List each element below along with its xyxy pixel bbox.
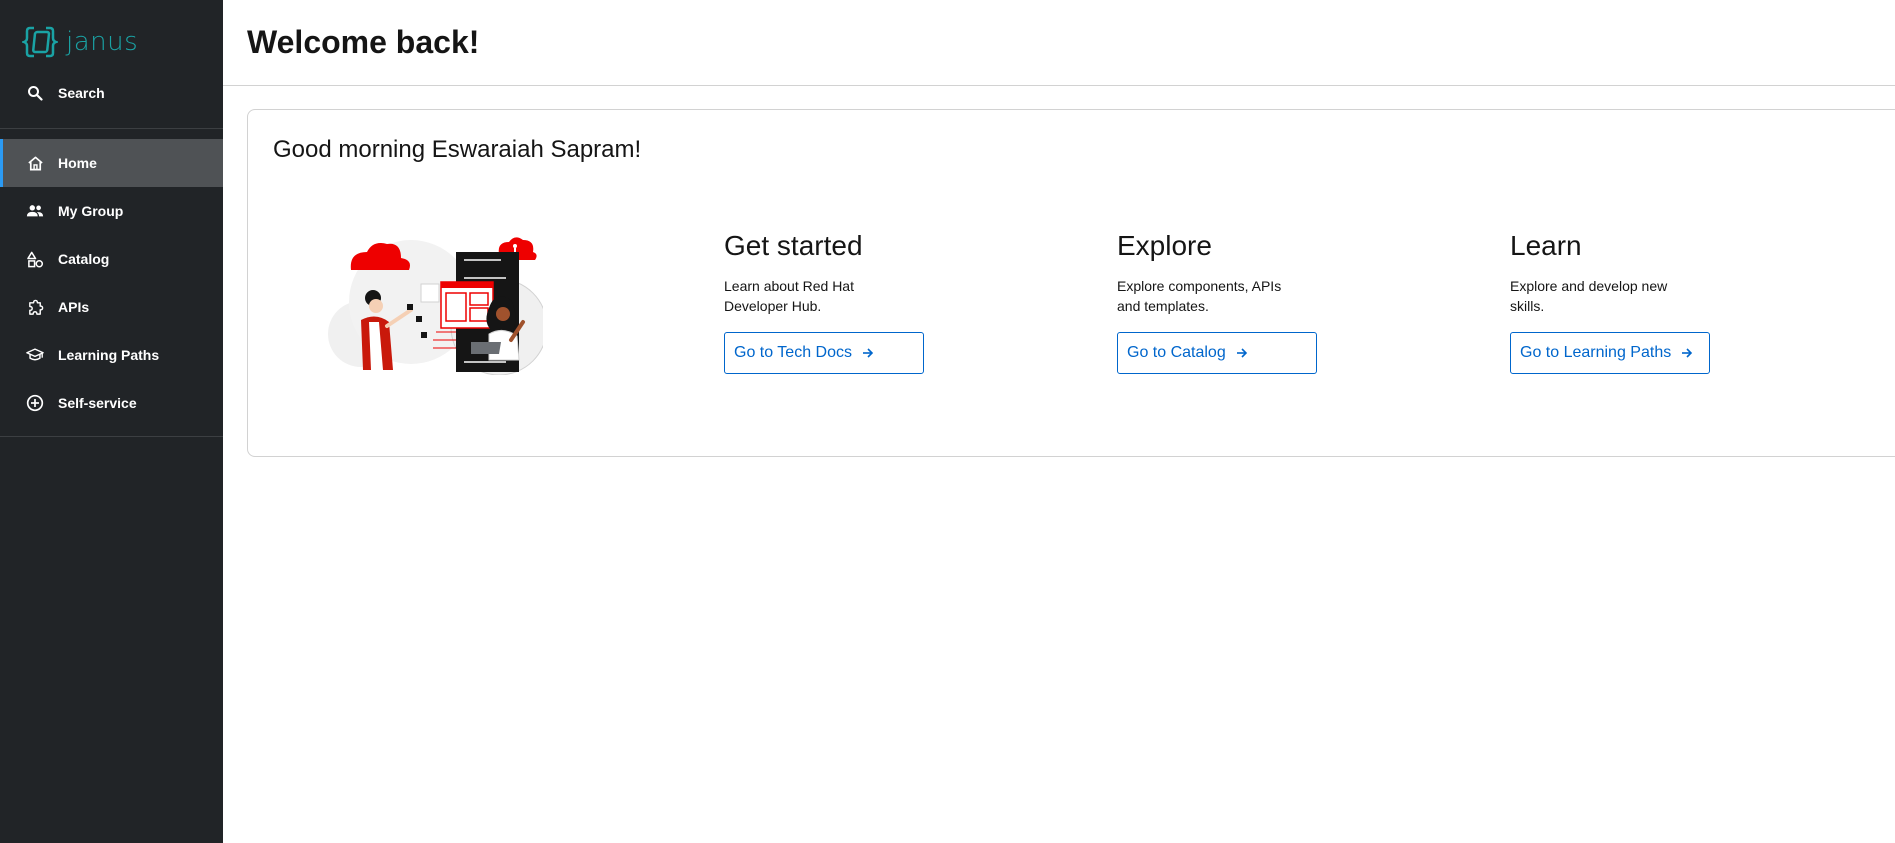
puzzle-icon	[26, 298, 44, 316]
janus-logo-icon	[22, 26, 58, 58]
sidebar-item-label: APIs	[58, 299, 90, 315]
sidebar-item-label: Self-service	[58, 395, 137, 411]
button-label: Go to Learning Paths	[1520, 344, 1672, 361]
sidebar-divider	[0, 128, 223, 129]
sidebar-item-label: Catalog	[58, 251, 110, 267]
catalog-icon	[26, 250, 44, 268]
sidebar-item-label: Learning Paths	[58, 347, 160, 363]
welcome-card: Good morning Eswaraiah Sapram! Get start…	[247, 109, 1895, 457]
explore-section: Explore Explore components, APIs and tem…	[1117, 228, 1377, 374]
add-circle-icon	[26, 394, 44, 412]
go-to-learning-paths-button[interactable]: Go to Learning Paths	[1510, 332, 1710, 374]
section-description: Explore components, APIs and templates.	[1117, 278, 1282, 314]
section-description: Explore and develop new skills.	[1510, 278, 1668, 314]
sidebar-search[interactable]: Search	[0, 78, 223, 108]
arrow-right-icon	[1236, 347, 1248, 359]
button-label: Go to Catalog	[1127, 344, 1226, 361]
sidebar: janus Search Home My Group Catalog APIs …	[0, 0, 223, 843]
sidebar-item-learning-paths[interactable]: Learning Paths	[0, 331, 223, 379]
sidebar-item-label: Home	[58, 155, 97, 171]
page-title: Welcome back!	[247, 24, 480, 60]
get-started-section: Get started Learn about Red Hat Develope…	[724, 228, 984, 374]
section-title: Get started	[724, 230, 863, 261]
sidebar-item-label: My Group	[58, 203, 124, 219]
group-icon	[26, 202, 44, 220]
button-label: Go to Tech Docs	[734, 344, 852, 361]
search-icon	[26, 84, 44, 102]
home-icon	[26, 154, 44, 172]
sidebar-search-label: Search	[58, 85, 105, 101]
section-title: Learn	[1510, 230, 1582, 261]
go-to-tech-docs-button[interactable]: Go to Tech Docs	[724, 332, 924, 374]
developer-hub-illustration	[328, 237, 543, 375]
greeting-text: Good morning Eswaraiah Sapram!	[273, 136, 642, 163]
sidebar-item-apis[interactable]: APIs	[0, 283, 223, 331]
sidebar-item-self-service[interactable]: Self-service	[0, 379, 223, 427]
arrow-right-icon	[862, 347, 874, 359]
learn-section: Learn Explore and develop new skills. Go…	[1510, 228, 1770, 374]
arrow-right-icon	[1681, 347, 1693, 359]
graduation-cap-icon	[26, 346, 44, 364]
main-content: Welcome back! Good morning Eswaraiah Sap…	[223, 0, 1895, 843]
sidebar-divider	[0, 436, 223, 437]
sidebar-item-catalog[interactable]: Catalog	[0, 235, 223, 283]
sidebar-item-my-group[interactable]: My Group	[0, 187, 223, 235]
brand-logo[interactable]: janus	[22, 24, 138, 60]
go-to-catalog-button[interactable]: Go to Catalog	[1117, 332, 1317, 374]
section-description: Learn about Red Hat Developer Hub.	[724, 278, 854, 314]
section-title: Explore	[1117, 230, 1212, 261]
sidebar-nav: Home My Group Catalog APIs Learning Path…	[0, 139, 223, 427]
sidebar-item-home[interactable]: Home	[0, 139, 223, 187]
brand-name: janus	[66, 27, 139, 57]
page-header: Welcome back!	[223, 0, 1895, 86]
